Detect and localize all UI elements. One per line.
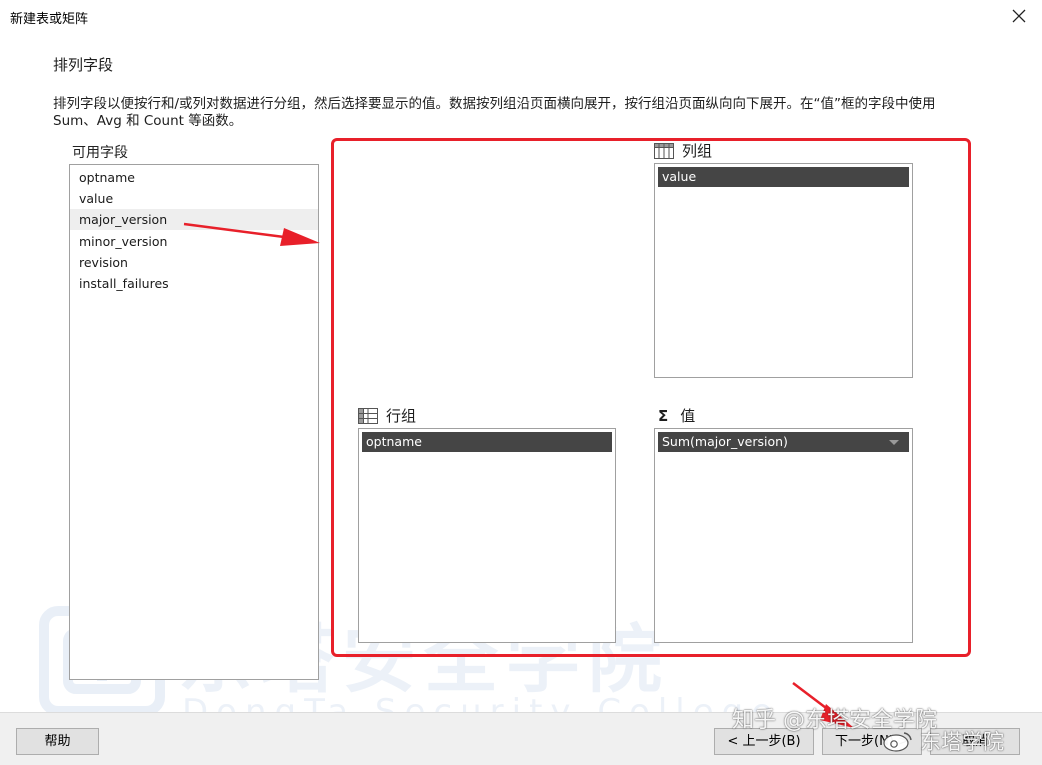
- instructions-text: 排列字段以便按行和/或列对数据进行分组，然后选择要显示的值。数据按列组沿页面横向…: [53, 96, 936, 129]
- row-groups-box[interactable]: optname: [358, 428, 616, 643]
- chevron-down-icon[interactable]: [889, 440, 899, 445]
- field-item-optname[interactable]: optname: [70, 167, 318, 188]
- annotation-arrow: [183, 222, 320, 246]
- column-groups-label: 列组: [682, 142, 713, 160]
- column-groups-header: 列组: [654, 140, 712, 161]
- sigma-icon: Σ: [658, 406, 669, 425]
- value-chip-label: Sum(major_version): [662, 434, 788, 449]
- values-box[interactable]: Sum(major_version): [654, 428, 913, 643]
- column-group-icon: [654, 142, 674, 159]
- help-button[interactable]: 帮助: [16, 728, 99, 755]
- close-button[interactable]: [1004, 4, 1034, 30]
- value-chip[interactable]: Sum(major_version): [658, 432, 909, 452]
- field-item-revision[interactable]: revision: [70, 252, 318, 273]
- field-item-install-failures[interactable]: install_failures: [70, 273, 318, 294]
- column-group-chip[interactable]: value: [658, 167, 909, 187]
- field-item-value[interactable]: value: [70, 188, 318, 209]
- values-label: 值: [680, 407, 696, 425]
- row-group-icon: [358, 407, 378, 424]
- section-title: 排列字段: [53, 56, 114, 74]
- column-group-chip-label: value: [662, 169, 697, 184]
- weibo-watermark: 东塔学院: [882, 726, 1004, 756]
- window-title: 新建表或矩阵: [10, 12, 89, 27]
- row-group-chip[interactable]: optname: [362, 432, 612, 452]
- row-groups-header: 行组: [358, 405, 416, 426]
- values-header: Σ 值: [658, 405, 695, 426]
- weibo-watermark-text: 东塔学院: [920, 730, 1004, 754]
- title-bar: 新建表或矩阵: [0, 0, 1042, 34]
- available-fields-label: 可用字段: [72, 145, 128, 161]
- column-groups-box[interactable]: value: [654, 163, 913, 378]
- weibo-icon: [883, 732, 912, 752]
- row-group-chip-label: optname: [366, 434, 422, 449]
- row-groups-label: 行组: [386, 407, 417, 425]
- close-icon: [1012, 9, 1026, 23]
